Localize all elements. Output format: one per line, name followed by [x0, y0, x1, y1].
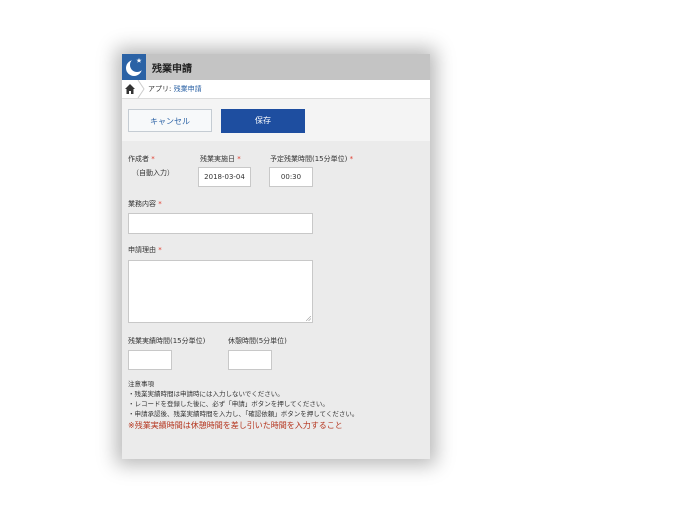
notes-warning: ※残業実績時間は休憩時間を差し引いた時間を入力すること	[128, 421, 343, 430]
overtime-date-label: 残業実施日 *	[200, 155, 241, 163]
breadcrumb-path: アプリ: 残業申請	[148, 84, 202, 94]
breadcrumb: アプリ: 残業申請	[122, 80, 430, 99]
save-button[interactable]: 保存	[221, 109, 305, 133]
author-value: （自動入力）	[132, 169, 174, 177]
note-line-1: ・残業実績時間は申請時には入力しないでください。	[128, 390, 284, 398]
breadcrumb-link-app[interactable]: 残業申請	[174, 85, 202, 93]
overtime-date-input[interactable]: 2018-03-04	[198, 167, 251, 187]
action-toolbar: キャンセル 保存	[122, 99, 430, 141]
author-label: 作成者 *	[128, 155, 155, 163]
home-icon[interactable]	[124, 83, 136, 95]
actual-hours-input[interactable]	[128, 350, 172, 370]
window-title: 残業申請	[152, 64, 192, 75]
notes-section: 注意事項 ・残業実績時間は申請時には入力しないでください。 ・レコードを登録した…	[128, 379, 424, 432]
planned-hours-input[interactable]: 00:30	[269, 167, 313, 187]
work-content-label: 業務内容 *	[128, 200, 162, 208]
breadcrumb-prefix: アプリ:	[148, 85, 174, 93]
note-line-2: ・レコードを登録した後に、必ず「申請」ボタンを押してください。	[128, 400, 329, 408]
resize-grip-icon[interactable]	[306, 316, 311, 321]
break-time-input[interactable]	[228, 350, 272, 370]
breadcrumb-separator-icon	[137, 80, 145, 98]
title-bar: 残業申請	[122, 54, 430, 80]
work-content-input[interactable]	[128, 213, 313, 234]
planned-hours-label: 予定残業時間(15分単位) *	[270, 155, 354, 163]
notes-heading: 注意事項	[128, 380, 154, 388]
reason-label: 申請理由 *	[128, 246, 162, 254]
cancel-button[interactable]: キャンセル	[128, 109, 212, 132]
crescent-moon-icon	[122, 54, 146, 80]
actual-hours-label: 残業実績時間(15分単位)	[128, 337, 206, 345]
app-window: 残業申請 アプリ: 残業申請 キャンセル 保存 作成者 * （自動入力） 残業実…	[122, 54, 430, 459]
note-line-3: ・申請承認後、残業実績時間を入力し、「確認依頼」ボタンを押してください。	[128, 410, 359, 418]
reason-textarea[interactable]	[128, 260, 313, 323]
break-time-label: 休憩時間(5分単位)	[228, 337, 287, 345]
